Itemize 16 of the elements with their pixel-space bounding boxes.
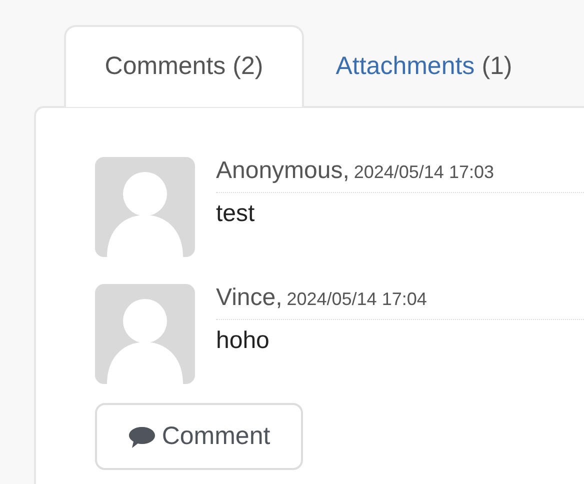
tab-label[interactable]: Attachments <box>336 52 475 80</box>
comment-time: 2024/05/14 17:03 <box>354 162 494 182</box>
avatar-icon <box>95 157 195 257</box>
speech-bubble-icon <box>128 424 156 448</box>
comment-time: 2024/05/14 17:04 <box>286 289 427 309</box>
tab[interactable]: Comments (2) <box>64 25 304 107</box>
comment-author: Vince, <box>216 284 282 311</box>
comment-button[interactable]: Comment <box>95 403 303 470</box>
tab-label[interactable]: Comments <box>104 52 226 80</box>
tab[interactable]: Attachments (1) <box>304 25 544 107</box>
comment-text: test <box>216 200 256 228</box>
avatar-icon <box>95 284 195 384</box>
comment-text: hoho <box>216 327 270 355</box>
tab-count: (2) <box>232 52 264 80</box>
tab-count: (1) <box>482 52 512 80</box>
comment-author: Anonymous, <box>216 157 350 184</box>
